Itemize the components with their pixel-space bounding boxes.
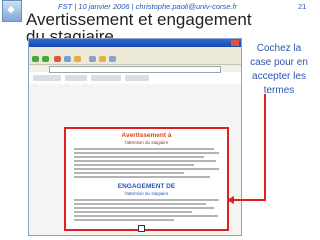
text-line: [74, 172, 184, 174]
home-icon[interactable]: [74, 56, 81, 62]
browser-titlebar: [29, 39, 241, 47]
document-heading: Avertissement à: [121, 132, 172, 139]
document-subheading-2: l'attention du stagiaire: [124, 191, 169, 196]
document-subheading: l'attention du stagiaire: [124, 140, 169, 145]
link-item[interactable]: [33, 75, 61, 81]
text-line: [74, 176, 210, 178]
arrow-icon: [227, 196, 234, 204]
stop-icon[interactable]: [54, 56, 61, 62]
connector-line: [264, 94, 266, 200]
browser-toolbar: [29, 54, 241, 65]
accept-terms-checkbox[interactable]: [138, 225, 145, 232]
text-line: [74, 156, 204, 158]
document-heading-2: ENGAGEMENT DE: [117, 183, 176, 190]
text-line: [74, 207, 214, 209]
forward-icon[interactable]: [42, 56, 49, 62]
text-line: [74, 148, 214, 150]
text-line: [74, 152, 219, 154]
text-line: [74, 168, 219, 170]
text-line: [74, 160, 216, 162]
history-icon[interactable]: [109, 56, 116, 62]
link-item[interactable]: [125, 75, 149, 81]
link-item[interactable]: [91, 75, 121, 81]
text-line: [74, 203, 206, 205]
callout-text: Cochez la case pour en accepter les term…: [250, 43, 308, 96]
refresh-icon[interactable]: [64, 56, 71, 62]
slide-number: 21: [298, 2, 307, 11]
back-icon[interactable]: [32, 56, 39, 62]
favorites-icon[interactable]: [99, 56, 106, 62]
terms-document: Avertissement à l'attention du stagiaire…: [64, 127, 229, 232]
text-line: [74, 215, 218, 217]
logo-icon: ◆: [7, 4, 15, 14]
text-line: [74, 219, 174, 221]
text-line: [74, 164, 194, 166]
link-item[interactable]: [65, 75, 87, 81]
search-icon[interactable]: [89, 56, 96, 62]
address-input[interactable]: [49, 66, 221, 73]
close-icon[interactable]: [231, 40, 239, 46]
text-line: [74, 211, 192, 213]
text-line: [74, 199, 219, 201]
browser-menubar[interactable]: [29, 47, 241, 54]
connector-line: [233, 199, 266, 201]
